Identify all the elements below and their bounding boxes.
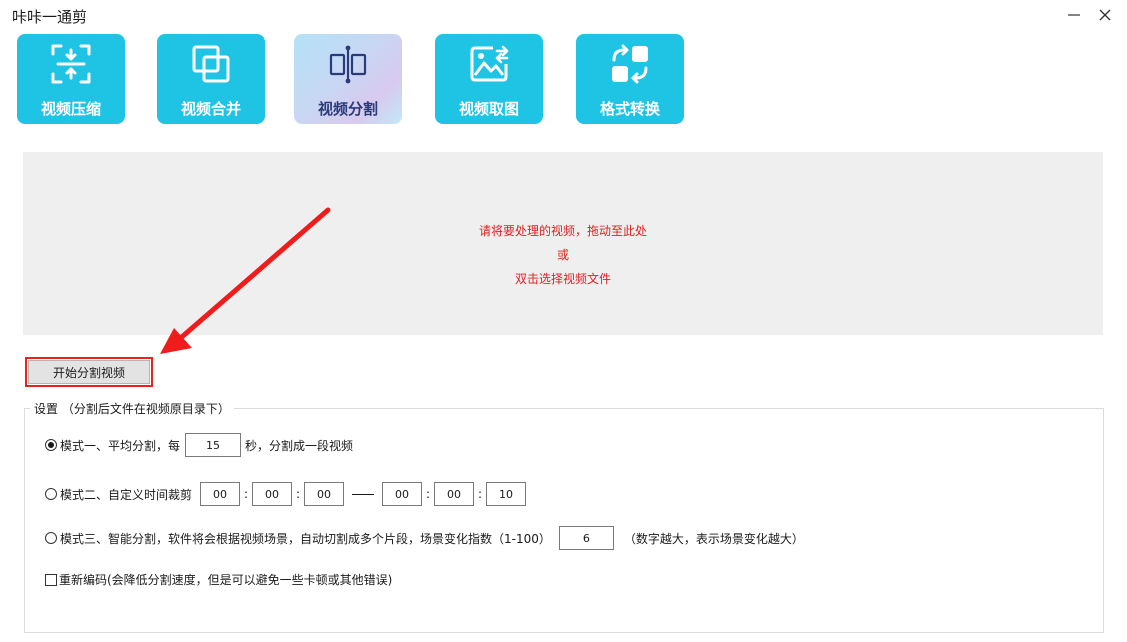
- mode1-radio[interactable]: [45, 439, 57, 451]
- compress-icon: [51, 44, 91, 84]
- tool-label: 视频分割: [317, 100, 378, 118]
- tool-video-split-button[interactable]: 视频分割: [294, 34, 402, 124]
- minimize-icon: [1068, 14, 1080, 16]
- tool-label: 视频压缩: [40, 100, 101, 118]
- mode3-radio[interactable]: [45, 532, 57, 544]
- mode1-row: 模式一、平均分割，每 15 秒，分割成一段视频: [45, 433, 353, 457]
- tool-video-image-capture-button[interactable]: 视频取图: [435, 34, 543, 124]
- tool-label: 视频取图: [458, 100, 519, 118]
- mode1-label: 模式一、平均分割，每: [60, 438, 181, 453]
- drop-hint-line2: 或: [556, 248, 569, 262]
- minimize-button[interactable]: [1062, 4, 1086, 26]
- drop-hint-line1: 请将要处理的视频，拖动至此处: [478, 224, 647, 238]
- drop-hint-line3: 双击选择视频文件: [514, 272, 611, 286]
- mode3-row: 模式三、智能分割，软件将会根据视频场景，自动切割成多个片段，场景变化指数（1-1…: [45, 526, 804, 550]
- mode2-label: 模式二、自定义时间裁剪: [60, 487, 193, 502]
- mode3-index-input[interactable]: 6: [558, 526, 614, 550]
- start-split-label: 开始分割视频: [28, 360, 150, 384]
- mode2-start-hour-input[interactable]: 00: [200, 482, 241, 506]
- merge-icon: [192, 45, 230, 83]
- mode2-end-hour-input[interactable]: 00: [382, 482, 423, 506]
- tool-video-merge-button[interactable]: 视频合并: [157, 34, 265, 124]
- mode2-row: 模式二、自定义时间裁剪 00 : 00 : 00 00 : 00 : 10: [45, 482, 527, 506]
- mode1-suffix: 秒，分割成一段视频: [245, 438, 354, 453]
- mode2-end-minute-input[interactable]: 00: [434, 482, 475, 506]
- mode3-note: （数字越大，表示场景变化越大）: [623, 531, 804, 546]
- mode2-start-minute-input[interactable]: 00: [252, 482, 293, 506]
- tool-video-compress-button[interactable]: 视频压缩: [17, 34, 125, 124]
- app-title: 咔咔一通剪: [12, 8, 88, 26]
- time-range-dash: [352, 493, 375, 495]
- tool-label: 视频合并: [180, 100, 241, 118]
- tool-label: 格式转换: [599, 100, 660, 118]
- reencode-checkbox[interactable]: [45, 573, 57, 586]
- mode2-radio[interactable]: [45, 488, 57, 500]
- reencode-label: 重新编码(会降低分割速度，但是可以避免一些卡顿或其他错误): [59, 573, 393, 587]
- mode3-label: 模式三、智能分割，软件将会根据视频场景，自动切割成多个片段，场景变化指数（1-1…: [60, 531, 551, 546]
- format-convert-icon: [612, 44, 648, 84]
- time-colon: :: [477, 487, 483, 501]
- start-split-button[interactable]: 开始分割视频: [25, 357, 153, 387]
- mode2-end-second-input[interactable]: 10: [486, 482, 527, 506]
- tool-format-convert-button[interactable]: 格式转换: [576, 34, 684, 124]
- time-colon: :: [243, 487, 249, 501]
- video-drop-zone[interactable]: 请将要处理的视频，拖动至此处 或 双击选择视频文件: [23, 152, 1103, 335]
- reencode-row: 重新编码(会降低分割速度，但是可以避免一些卡顿或其他错误): [45, 571, 392, 588]
- time-colon: :: [295, 487, 301, 501]
- split-icon: [329, 45, 367, 84]
- settings-title: 设置 （分割后文件在视频原目录下）: [30, 400, 234, 417]
- mode1-seconds-input[interactable]: 15: [185, 433, 242, 457]
- time-colon: :: [425, 487, 431, 501]
- mode2-start-second-input[interactable]: 00: [304, 482, 345, 506]
- image-capture-icon: [470, 45, 509, 82]
- close-button[interactable]: [1093, 4, 1117, 26]
- close-icon: [1099, 9, 1111, 21]
